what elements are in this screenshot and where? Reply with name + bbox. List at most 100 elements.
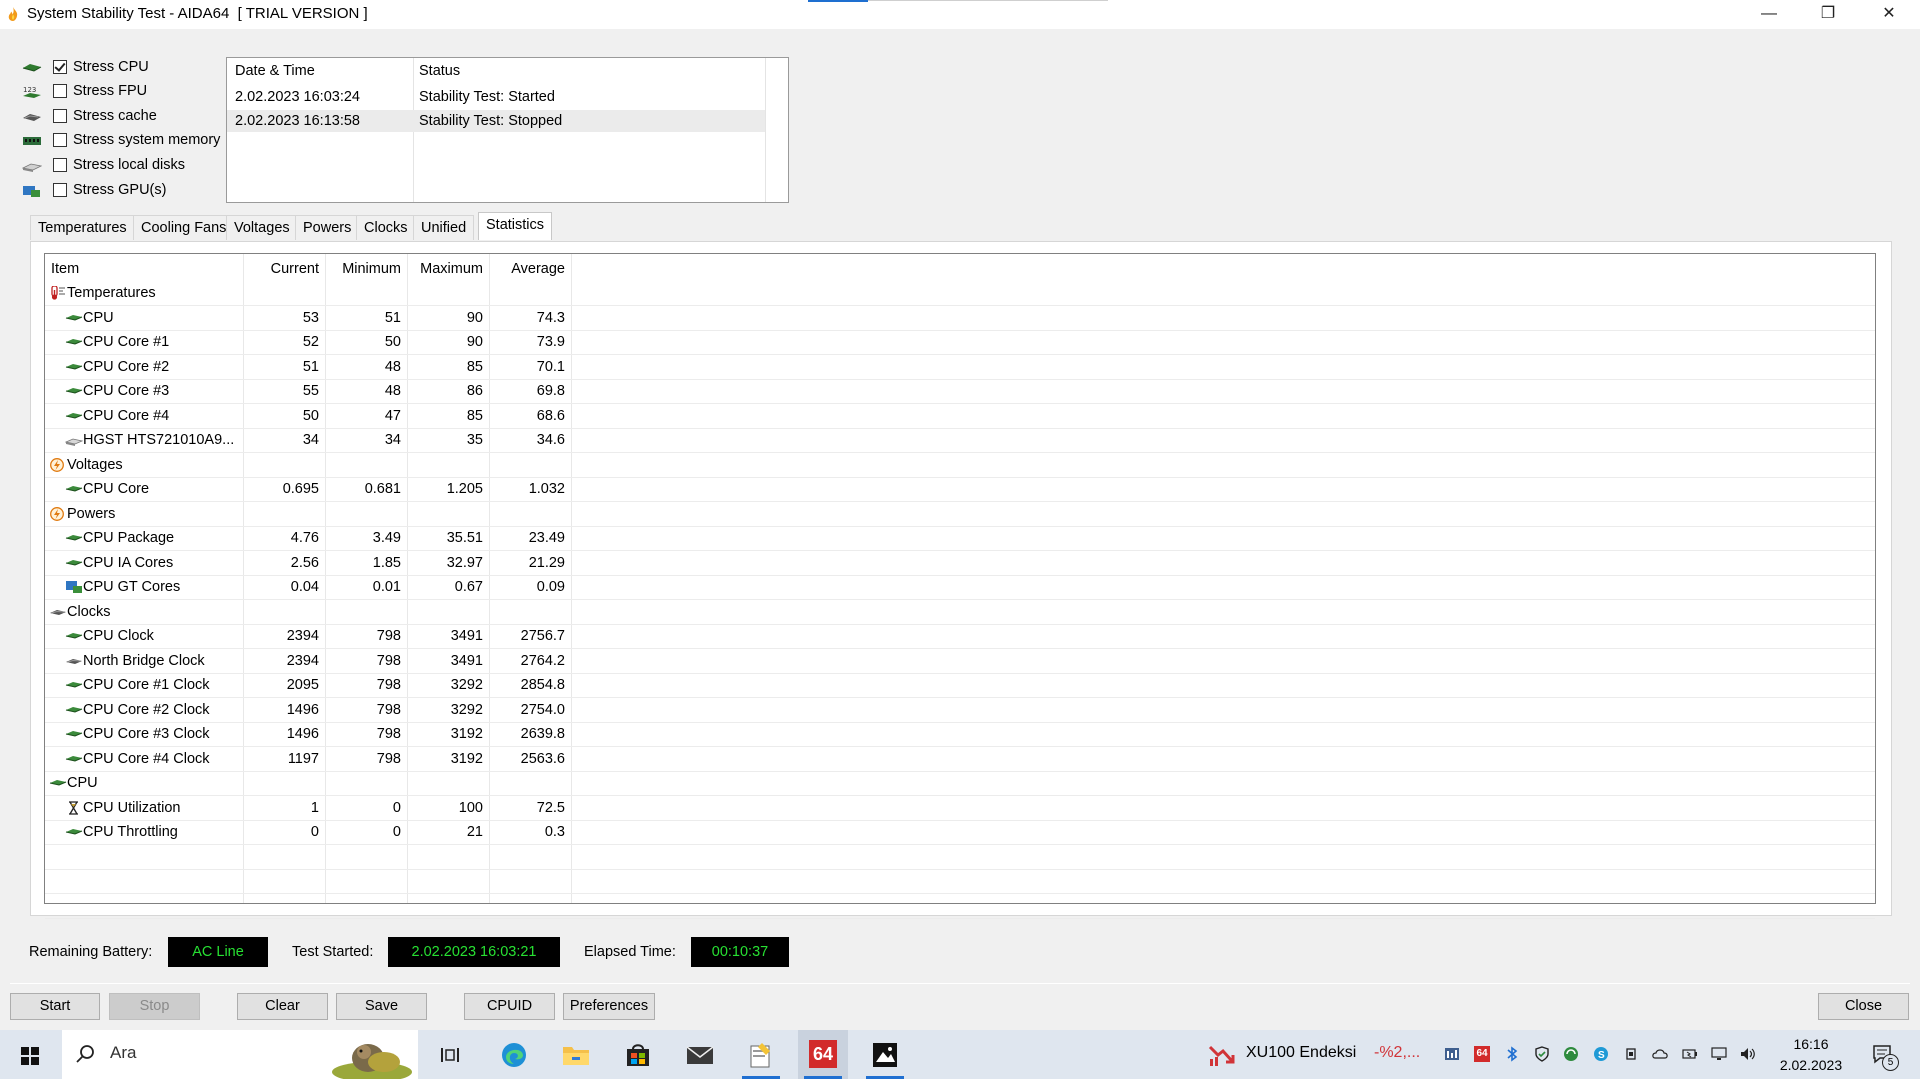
log-row[interactable]: 2.02.2023 16:03:24 Stability Test: Start…: [227, 86, 765, 108]
event-log[interactable]: Date & Time Status 2.02.2023 16:03:24 St…: [226, 57, 789, 203]
table-row[interactable]: CPU Package 4.76 3.49 35.51 23.49: [45, 526, 1875, 551]
tab-cooling-fans[interactable]: Cooling Fans: [133, 215, 235, 240]
stock-change: -%2,...: [1374, 1044, 1421, 1061]
taskbar-search-box[interactable]: Ara: [62, 1030, 418, 1079]
volume-speaker-icon[interactable]: [1740, 1046, 1756, 1062]
table-row[interactable]: CPU Core #2 51 48 85 70.1: [45, 355, 1875, 380]
value-current: 50: [302, 407, 319, 424]
onedrive-cloud-icon[interactable]: [1652, 1046, 1668, 1062]
start-menu-button[interactable]: [0, 1030, 60, 1079]
tab-voltages[interactable]: Voltages: [226, 215, 298, 240]
empty-row: [45, 894, 1875, 919]
stress-cache-checkbox[interactable]: [53, 109, 67, 123]
tray-monitor-icon[interactable]: [1444, 1046, 1460, 1062]
tab-statistics[interactable]: Statistics: [478, 212, 553, 240]
table-group-row[interactable]: Voltages: [45, 453, 1875, 478]
tab-unified[interactable]: Unified: [413, 215, 475, 240]
value-current: 0: [310, 824, 319, 840]
taskbar-photos[interactable]: [860, 1030, 910, 1079]
cpuid-button[interactable]: CPUID: [464, 993, 555, 1020]
table-row[interactable]: CPU Core 0.695 0.681 1.205 1.032: [45, 477, 1875, 502]
taskbar-file-explorer[interactable]: [551, 1030, 601, 1079]
tab-powers[interactable]: Powers: [295, 215, 360, 240]
col-header-current[interactable]: Current: [249, 261, 319, 277]
taskbar-sticky-notes[interactable]: [736, 1030, 786, 1079]
table-group-row[interactable]: CPU: [45, 771, 1875, 796]
table-row[interactable]: CPU Core #1 52 50 90 73.9: [45, 330, 1875, 355]
stress-disks-checkbox[interactable]: [53, 158, 67, 172]
usb-device-icon[interactable]: [1623, 1046, 1639, 1062]
bluetooth-icon[interactable]: [1504, 1046, 1520, 1062]
col-header-maximum[interactable]: Maximum: [413, 261, 483, 277]
item-name: CPU Core #4: [83, 407, 170, 424]
taskbar-mail[interactable]: [675, 1030, 725, 1079]
table-row[interactable]: CPU Core #4 50 47 85 68.6: [45, 404, 1875, 429]
table-row[interactable]: CPU Clock 2394 798 3491 2756.7: [45, 624, 1875, 649]
table-row[interactable]: CPU GT Cores 0.04 0.01 0.67 0.09: [45, 575, 1875, 600]
table-row[interactable]: North Bridge Clock 2394 798 3491 2764.2: [45, 649, 1875, 674]
sync-cloud-icon[interactable]: [1563, 1046, 1579, 1062]
col-header-item[interactable]: Item: [51, 261, 79, 277]
log-row-selected[interactable]: 2.02.2023 16:13:58 Stability Test: Stopp…: [227, 110, 765, 132]
stock-name: XU100 Endeksi: [1246, 1044, 1357, 1061]
tray-aida64-icon[interactable]: 64: [1474, 1046, 1490, 1062]
value-average: 68.6: [536, 407, 565, 424]
tab-temperatures[interactable]: Temperatures: [30, 215, 135, 240]
battery-power-icon[interactable]: [1682, 1046, 1698, 1062]
table-group-row[interactable]: Clocks: [45, 600, 1875, 625]
taskbar-store[interactable]: [613, 1030, 663, 1079]
minimize-button[interactable]: —: [1746, 0, 1792, 29]
table-row[interactable]: CPU Throttling 0 0 21 0.3: [45, 820, 1875, 845]
table-row[interactable]: CPU Core #3 Clock 1496 798 3192 2639.8: [45, 722, 1875, 747]
statistics-table[interactable]: Item Current Minimum Maximum Average Tem…: [44, 253, 1876, 919]
tab-clocks[interactable]: Clocks: [356, 215, 416, 240]
log-header-status[interactable]: Status: [419, 63, 460, 79]
svg-text:S: S: [1598, 1050, 1605, 1061]
table-group-row[interactable]: Temperatures: [45, 281, 1875, 306]
taskbar-aida64[interactable]: 64: [798, 1030, 848, 1079]
stress-memory-checkbox[interactable]: [53, 133, 67, 147]
cpu-chip-icon: [65, 703, 83, 717]
table-row[interactable]: CPU 53 51 90 74.3: [45, 306, 1875, 331]
security-shield-icon[interactable]: [1534, 1046, 1550, 1062]
clock[interactable]: 16:16 2.02.2023: [1770, 1030, 1852, 1079]
table-row[interactable]: CPU Core #2 Clock 1496 798 3292 2754.0: [45, 698, 1875, 723]
clear-button[interactable]: Clear: [237, 993, 328, 1020]
value-average: 2754.0: [520, 701, 565, 718]
stress-memory-label: Stress system memory: [73, 132, 221, 148]
close-window-button[interactable]: ✕: [1866, 0, 1912, 29]
close-button[interactable]: Close: [1818, 993, 1909, 1020]
clock-chip-icon: [49, 605, 67, 619]
clock-date: 2.02.2023: [1779, 1057, 1843, 1073]
notification-center[interactable]: 5: [1866, 1040, 1906, 1072]
stress-cpu-checkbox[interactable]: [53, 60, 67, 74]
aida64-app-icon: 64: [809, 1040, 837, 1068]
table-row[interactable]: CPU Core #4 Clock 1197 798 3192 2563.6: [45, 747, 1875, 772]
network-ethernet-icon[interactable]: [1711, 1046, 1727, 1062]
table-row[interactable]: CPU Utilization 1 0 100 72.5: [45, 796, 1875, 821]
stock-widget[interactable]: XU100 Endeksi -%2,...: [1204, 1030, 1426, 1079]
table-group-row[interactable]: Powers: [45, 502, 1875, 527]
restore-button[interactable]: ❐: [1805, 0, 1851, 29]
stop-button[interactable]: Stop: [109, 993, 200, 1020]
col-header-average[interactable]: Average: [495, 261, 565, 277]
taskbar-edge[interactable]: [489, 1030, 539, 1079]
value-minimum: 798: [376, 652, 401, 669]
item-name: CPU Throttling: [83, 824, 178, 840]
save-button[interactable]: Save: [336, 993, 427, 1020]
table-row[interactable]: CPU Core #1 Clock 2095 798 3292 2854.8: [45, 673, 1875, 698]
stress-fpu-checkbox[interactable]: [53, 84, 67, 98]
col-header-minimum[interactable]: Minimum: [331, 261, 401, 277]
cpu-chip-icon: [65, 409, 83, 423]
log-header-datetime[interactable]: Date & Time: [235, 63, 315, 79]
skype-icon[interactable]: S: [1593, 1046, 1609, 1062]
table-row[interactable]: CPU IA Cores 2.56 1.85 32.97 21.29: [45, 551, 1875, 576]
cpu-chip-icon: [65, 727, 83, 741]
task-view-button[interactable]: [426, 1030, 474, 1079]
start-button[interactable]: Start: [10, 993, 100, 1020]
value-current: 2394: [286, 628, 319, 644]
table-row[interactable]: CPU Core #3 55 48 86 69.8: [45, 379, 1875, 404]
preferences-button[interactable]: Preferences: [563, 993, 655, 1020]
stress-gpu-checkbox[interactable]: [53, 183, 67, 197]
table-row[interactable]: HGST HTS721010A9... 34 34 35 34.6: [45, 428, 1875, 453]
